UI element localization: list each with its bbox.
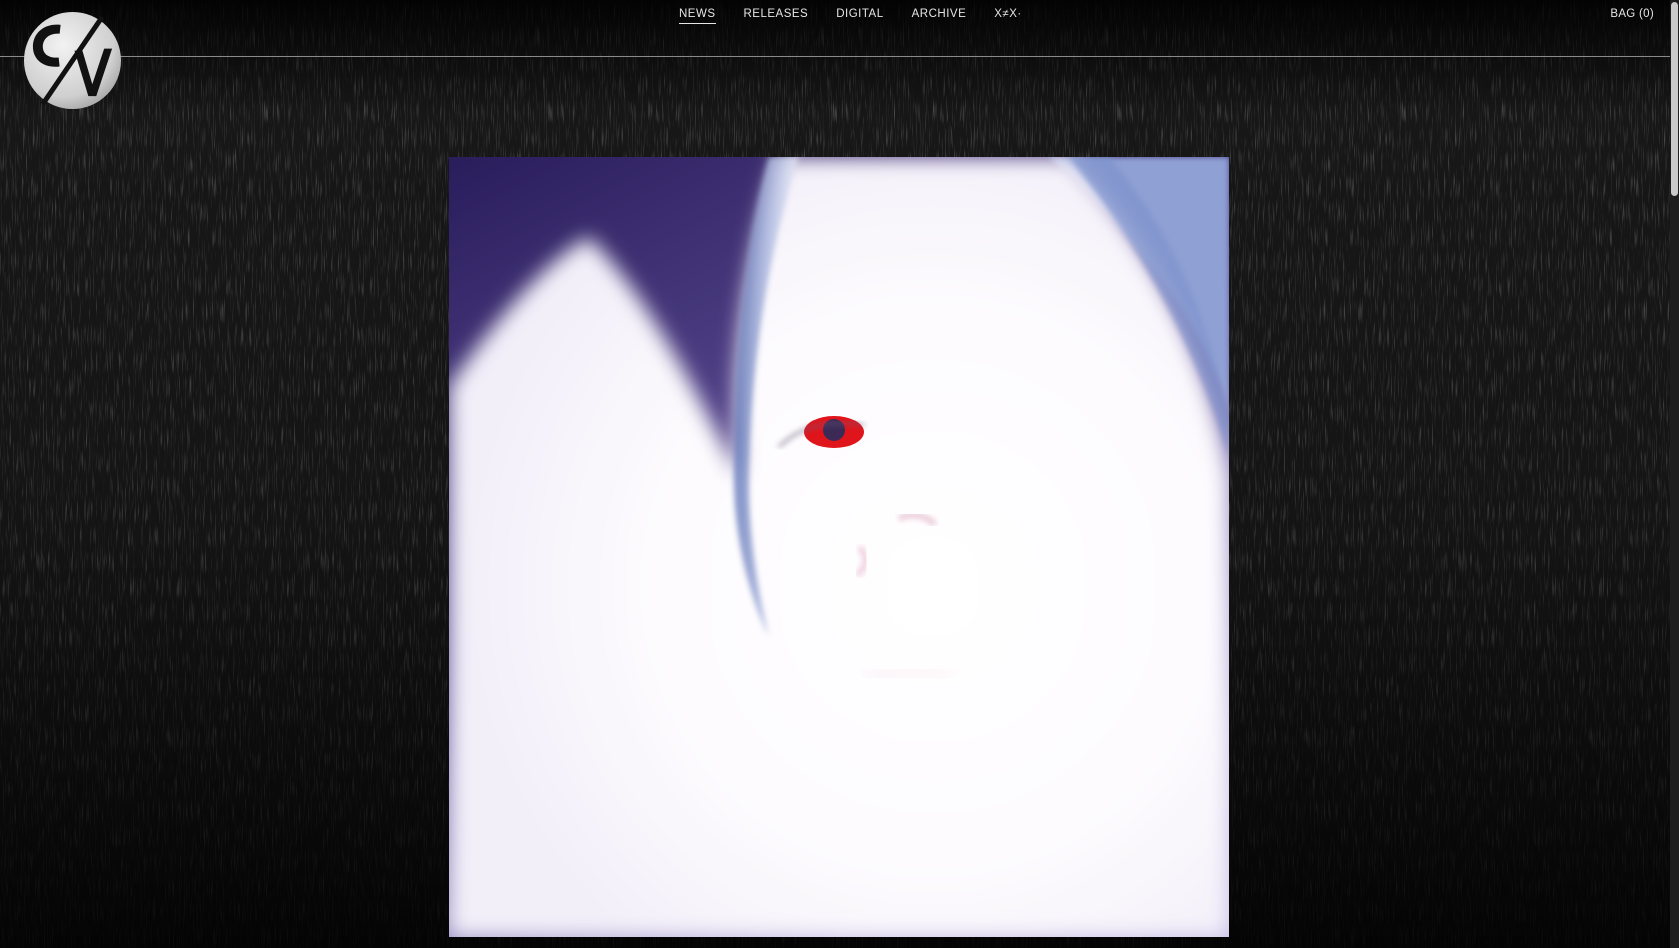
nav-item-xnex[interactable]: X≠X· xyxy=(994,8,1021,24)
nav-item-archive[interactable]: ARCHIVE xyxy=(912,8,967,24)
scrollbar-thumb[interactable] xyxy=(1671,2,1678,196)
bag-link[interactable]: BAG (0) xyxy=(1610,8,1654,20)
nav-item-digital[interactable]: DIGITAL xyxy=(836,8,883,24)
nav-item-news[interactable]: NEWS xyxy=(679,8,716,24)
page: NEWS RELEASES DIGITAL ARCHIVE X≠X· BAG (… xyxy=(0,0,1679,948)
main-nav: NEWS RELEASES DIGITAL ARCHIVE X≠X· xyxy=(679,8,1050,24)
nav-item-releases[interactable]: RELEASES xyxy=(744,8,809,24)
cv-logo[interactable] xyxy=(23,11,122,110)
hero-portrait-image[interactable] xyxy=(449,157,1229,937)
scrollbar[interactable] xyxy=(1670,0,1679,948)
